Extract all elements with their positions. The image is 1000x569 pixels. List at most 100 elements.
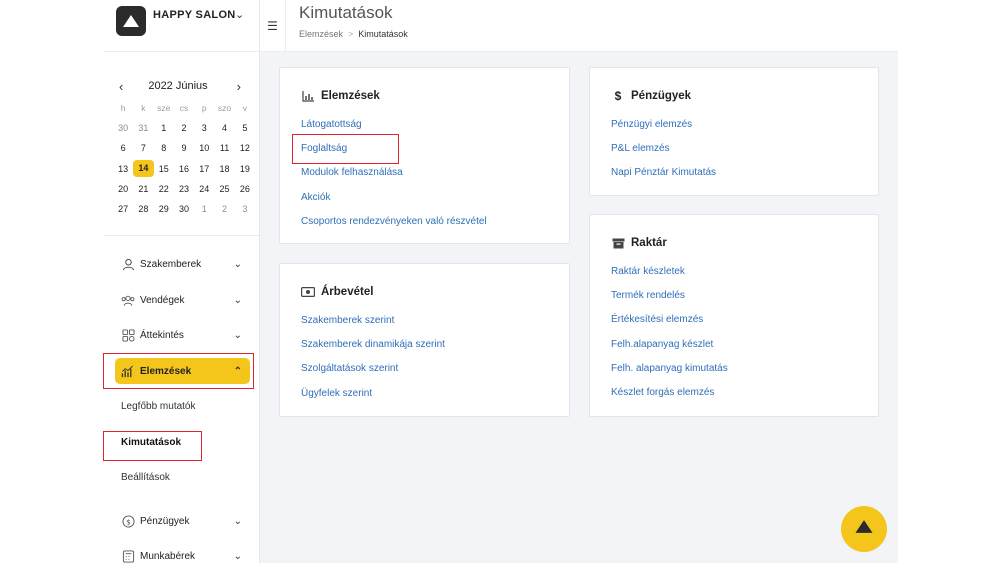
calendar-day[interactable]: 26	[235, 184, 255, 194]
sidebar-subitem-beallitasok[interactable]: Beállítások	[121, 472, 170, 483]
salon-name: HAPPY SALON	[153, 9, 236, 21]
calendar-day[interactable]: 3	[235, 204, 255, 214]
sidebar-subitem-legfobb-mutatok[interactable]: Legfőbb mutatók	[121, 401, 196, 412]
calendar-day[interactable]: 11	[214, 143, 234, 153]
card-penzugyek: $ Pénzügyek Pénzügyi elemzés P&L elemzés…	[589, 67, 879, 196]
link-penzugyi-elemzes[interactable]: Pénzügyi elemzés	[611, 119, 692, 130]
calendar-day[interactable]: 29	[154, 204, 174, 214]
link-csoportos-rendezvenyek[interactable]: Csoportos rendezvényeken való részvétel	[301, 216, 487, 227]
sidebar-item-label: Munkabérek	[140, 550, 196, 562]
calendar-day[interactable]: 17	[194, 164, 214, 174]
chevron-down-icon: ⌄	[233, 515, 242, 527]
link-akciok[interactable]: Akciók	[301, 192, 330, 203]
sidebar-item-penzugyek[interactable]: $ Pénzügyek ⌄	[115, 508, 250, 534]
link-raktar-keszletek[interactable]: Raktár készletek	[611, 266, 685, 277]
calendar-day[interactable]: 22	[154, 184, 174, 194]
svg-text:$: $	[126, 517, 131, 526]
link-termek-rendeles[interactable]: Termék rendelés	[611, 290, 685, 301]
page-title: Kimutatások	[299, 3, 393, 22]
calendar-day[interactable]: 30	[174, 204, 194, 214]
link-felh-alapanyag-kimutatas[interactable]: Felh. alapanyag kimutatás	[611, 363, 728, 374]
link-felh-alapanyag-keszlet[interactable]: Felh.alapanyag készlet	[611, 339, 713, 350]
link-napi-penztar-kimutatas[interactable]: Napi Pénztár Kimutatás	[611, 167, 716, 178]
calendar-day[interactable]: 21	[133, 184, 153, 194]
calculator-icon	[121, 549, 135, 563]
sidebar-item-label: Szakemberek	[140, 258, 202, 270]
weekday-label: v	[242, 103, 247, 114]
calendar-week-row: 6 7 8 9 10 11 12	[113, 138, 255, 158]
calendar-day[interactable]: 16	[174, 164, 194, 174]
calendar-day[interactable]: 3	[194, 123, 214, 133]
calendar-day[interactable]: 2	[214, 204, 234, 214]
chevron-down-icon: ⌄	[233, 258, 242, 270]
sidebar-item-szakemberek[interactable]: Szakemberek ⌄	[115, 251, 250, 277]
calendar-day[interactable]: 5	[235, 123, 255, 133]
link-keszlet-forgas-elemzes[interactable]: Készlet forgás elemzés	[611, 387, 714, 398]
calendar-day[interactable]: 10	[194, 143, 214, 153]
calendar-day[interactable]: 4	[214, 123, 234, 133]
link-latogatottsag[interactable]: Látogatottság	[301, 119, 362, 130]
calendar-day[interactable]: 9	[174, 143, 194, 153]
chevron-down-icon[interactable]: ⌄	[235, 8, 244, 21]
calendar-week-row: 30 31 1 2 3 4 5	[113, 118, 255, 138]
calendar-week-row: 13 14 15 16 17 18 19	[113, 159, 255, 179]
sidebar-item-label: Áttekintés	[140, 329, 184, 341]
chevron-down-icon: ⌄	[233, 329, 242, 341]
calendar-day[interactable]: 23	[174, 184, 194, 194]
highlight-box	[292, 134, 399, 164]
calendar-day[interactable]: 2	[174, 123, 194, 133]
highlight-box	[103, 353, 254, 389]
chevron-right-icon[interactable]: ›	[237, 79, 241, 94]
coin-icon: $	[121, 514, 135, 528]
link-szakemberek-szerint[interactable]: Szakemberek szerint	[301, 315, 394, 326]
calendar-day[interactable]: 30	[113, 123, 133, 133]
chevron-down-icon: ⌄	[233, 550, 242, 562]
calendar-day[interactable]: 12	[235, 143, 255, 153]
weekday-label: sze	[157, 103, 171, 114]
calendar-day[interactable]: 19	[235, 164, 255, 174]
link-szakemberek-dinamikaja[interactable]: Szakemberek dinamikája szerint	[301, 339, 445, 350]
calendar-day[interactable]: 24	[194, 184, 214, 194]
sidebar-item-vendegek[interactable]: Vendégek ⌄	[115, 287, 250, 313]
breadcrumb-link[interactable]: Elemzések	[299, 29, 343, 39]
floating-logo-button[interactable]	[841, 506, 887, 552]
breadcrumb: Elemzések > Kimutatások	[299, 29, 408, 39]
calendar-day[interactable]: 1	[194, 204, 214, 214]
calendar-day[interactable]: 8	[154, 143, 174, 153]
sidebar-item-label: Pénzügyek	[140, 515, 190, 527]
sidebar-item-attekintes[interactable]: Áttekintés ⌄	[115, 322, 250, 348]
link-ugyfelek-szerint[interactable]: Ügyfelek szerint	[301, 388, 372, 399]
sidebar-item-munkaberek[interactable]: Munkabérek ⌄	[115, 543, 250, 569]
bar-chart-icon	[301, 90, 315, 102]
calendar-grid: h k sze cs p szo v 30 31 1 2 3 4 5 6 7 8…	[113, 98, 255, 219]
calendar-day[interactable]: 27	[113, 204, 133, 214]
weekday-label: szo	[217, 103, 232, 114]
calendar-day[interactable]: 7	[133, 143, 153, 153]
highlight-box	[103, 431, 202, 461]
calendar-day[interactable]: 28	[133, 204, 153, 214]
calendar-day[interactable]: 15	[154, 164, 174, 174]
logo-icon	[854, 519, 874, 539]
calendar-day[interactable]: 1	[154, 123, 174, 133]
calendar-day[interactable]: 25	[214, 184, 234, 194]
link-ertekesitesi-elemzes[interactable]: Értékesítési elemzés	[611, 314, 703, 325]
users-icon	[121, 293, 135, 307]
grid-icon	[121, 328, 135, 342]
calendar-day[interactable]: 18	[214, 164, 234, 174]
hamburger-menu-icon[interactable]: ☰	[260, 0, 286, 52]
calendar-day[interactable]: 6	[113, 143, 133, 153]
calendar-day[interactable]: 13	[113, 164, 133, 174]
link-szolgaltatasok-szerint[interactable]: Szolgáltatások szerint	[301, 363, 398, 374]
sidebar-item-label: Vendégek	[140, 294, 185, 306]
calendar-day[interactable]: 31	[133, 123, 153, 133]
card-arbevetel: Árbevétel Szakemberek szerint Szakembere…	[279, 263, 570, 417]
calendar-day[interactable]: 20	[113, 184, 133, 194]
brand-header[interactable]: HAPPY SALON ⌄	[103, 0, 260, 52]
link-pl-elemzes[interactable]: P&L elemzés	[611, 143, 670, 154]
weekday-label: cs	[179, 103, 189, 114]
weekday-label: p	[201, 103, 207, 114]
weekday-label: h	[120, 103, 126, 114]
card-title: $ Pénzügyek	[611, 89, 691, 103]
calendar-day-today[interactable]: 14	[133, 160, 154, 178]
link-modulok-felhasznalasa[interactable]: Modulok felhasználása	[301, 167, 403, 178]
